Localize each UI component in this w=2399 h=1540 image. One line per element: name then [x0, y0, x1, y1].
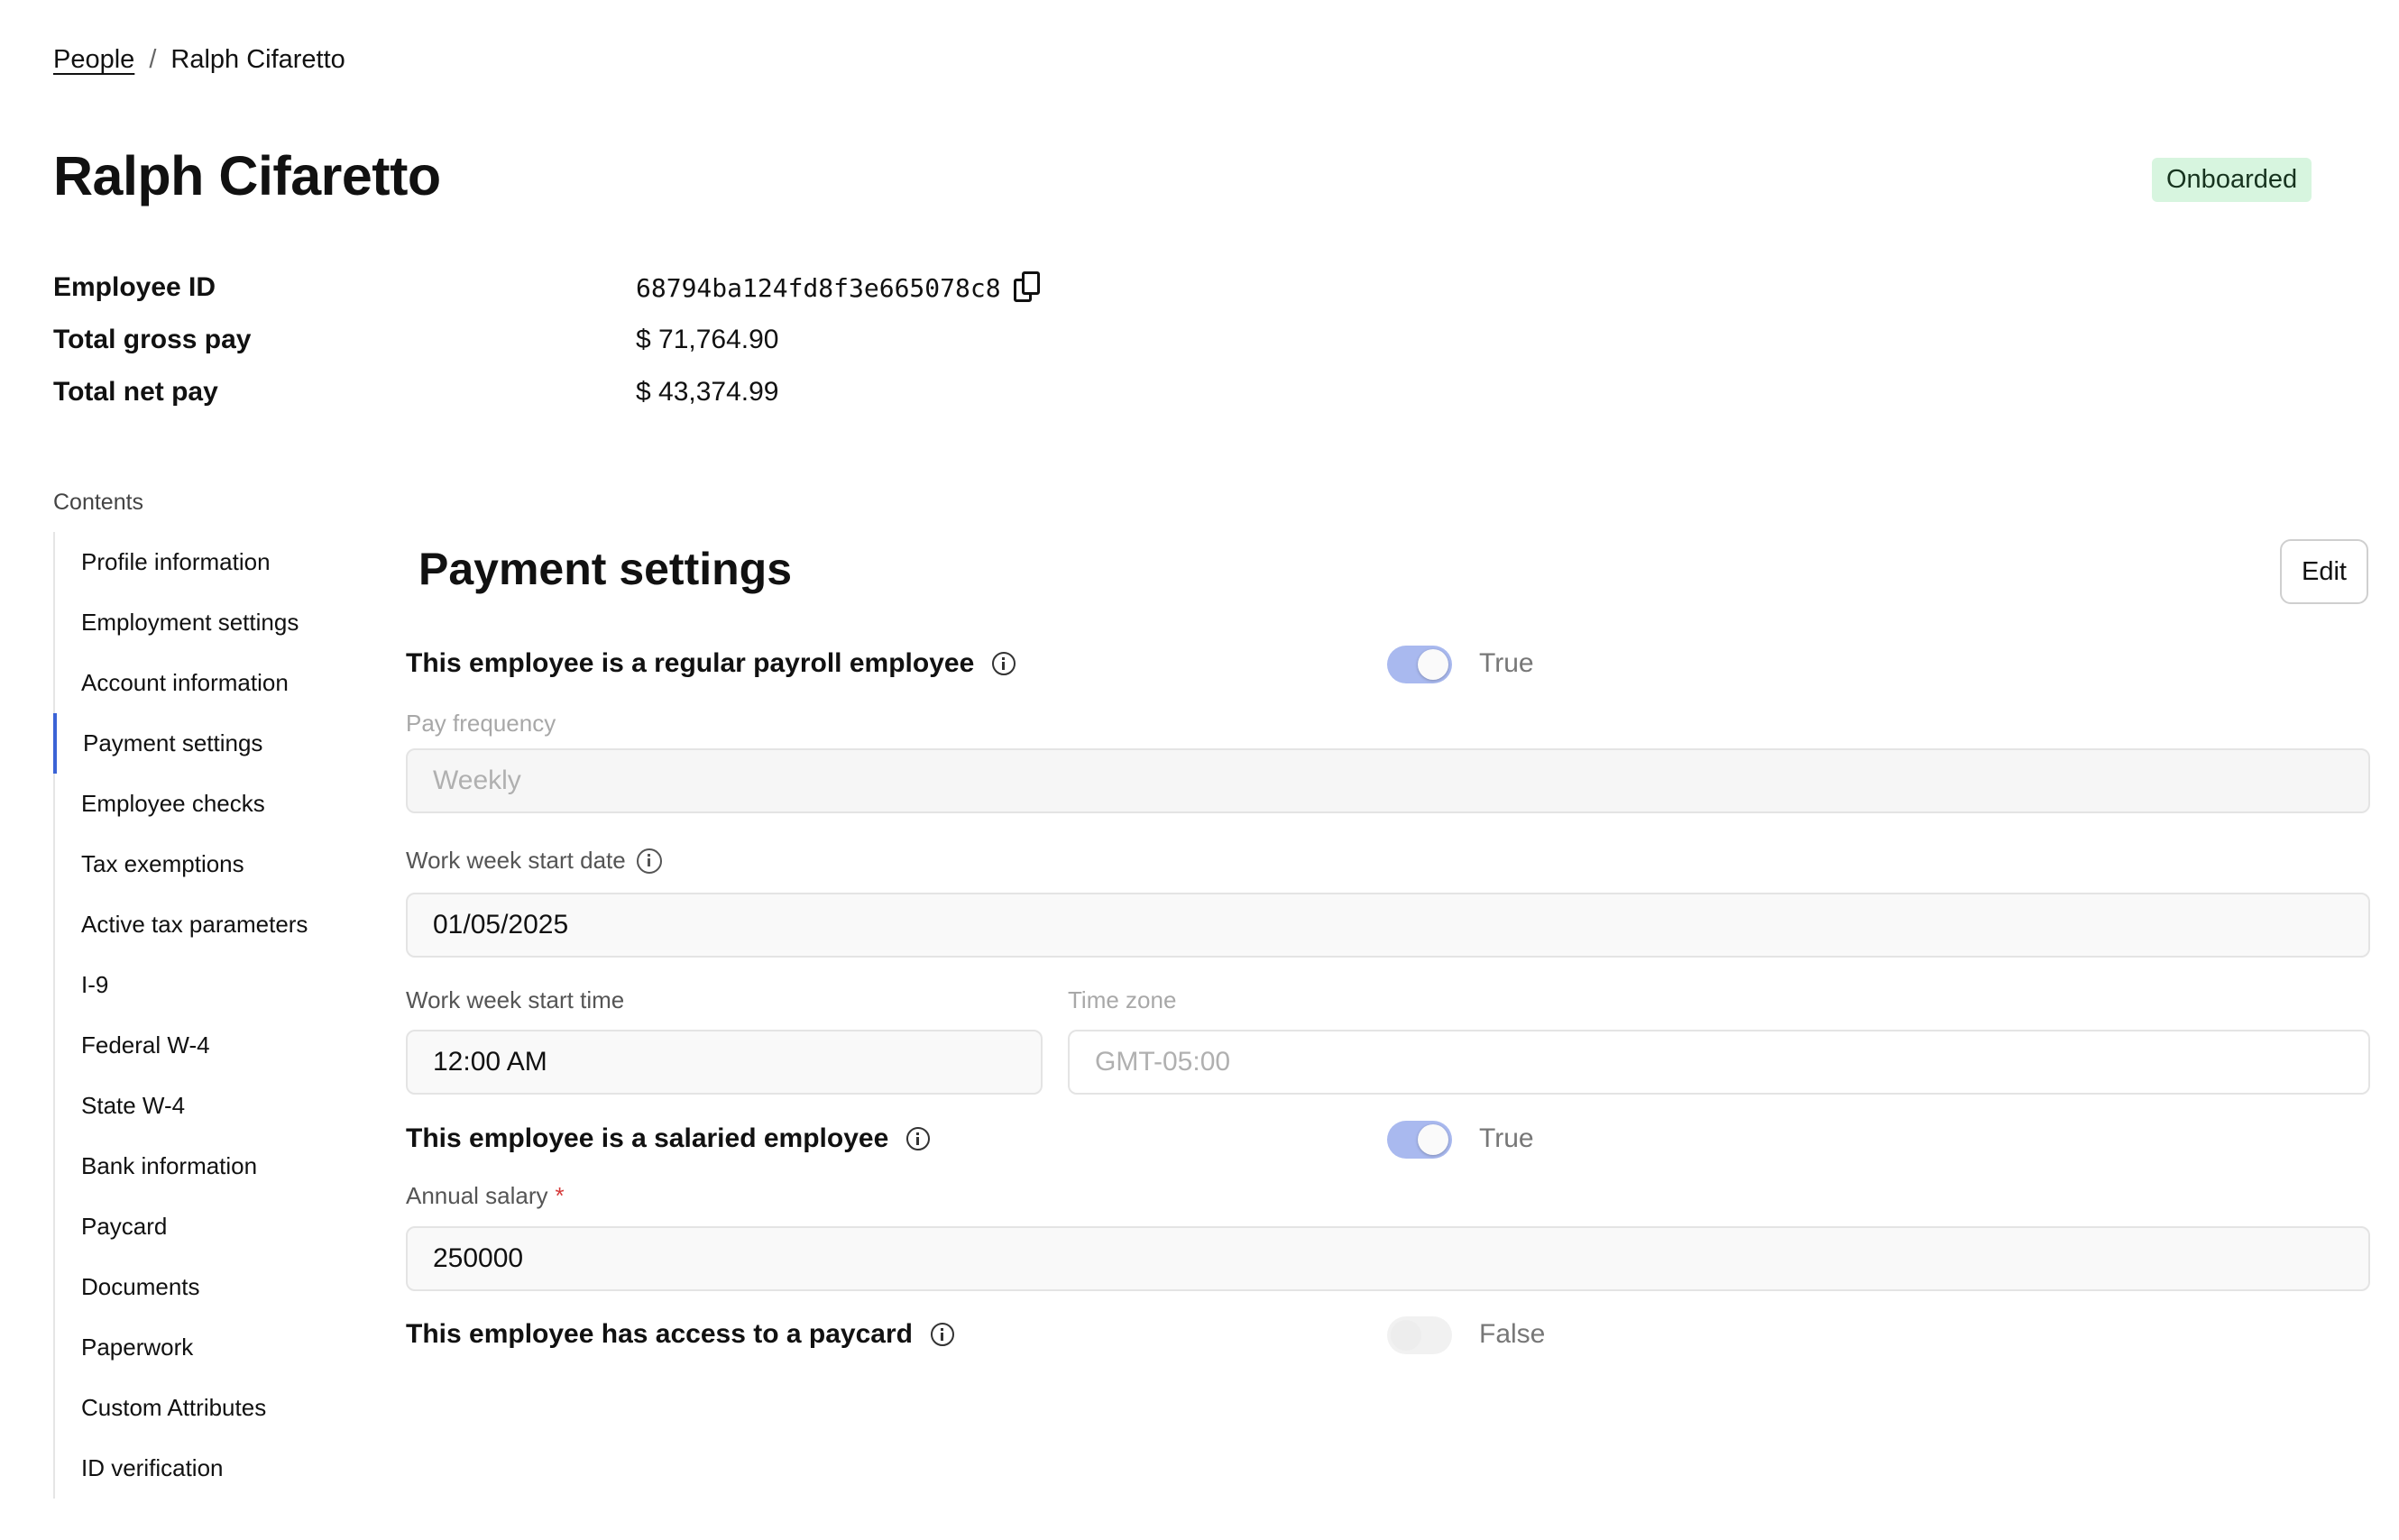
annual-salary-label-row: Annual salary * — [406, 1182, 565, 1210]
toc-item-paperwork[interactable]: Paperwork — [53, 1317, 353, 1378]
info-icon[interactable] — [906, 1127, 931, 1150]
toc-item-paycard[interactable]: Paycard — [53, 1196, 353, 1257]
work-week-start-date-label-row: Work week start date — [406, 847, 662, 875]
toc-item-bank-information[interactable]: Bank information — [53, 1136, 353, 1196]
regular-payroll-label: This employee is a regular payroll emplo… — [406, 648, 975, 678]
edit-button[interactable]: Edit — [2280, 539, 2368, 604]
salaried-row: This employee is a salaried employee Tru… — [406, 1116, 1578, 1161]
contents-label: Contents — [53, 490, 144, 515]
toc-item-documents[interactable]: Documents — [53, 1257, 353, 1317]
breadcrumb: People / Ralph Cifaretto — [53, 45, 345, 75]
employee-detail-page: People / Ralph Cifaretto Ralph Cifaretto… — [0, 0, 2399, 1540]
pay-frequency-label: Pay frequency — [406, 710, 556, 737]
time-zone-label: Time zone — [1068, 986, 1177, 1013]
toc-item-employee-checks[interactable]: Employee checks — [53, 774, 353, 834]
toc-item-custom-attributes[interactable]: Custom Attributes — [53, 1378, 353, 1438]
work-week-start-date-field[interactable]: 01/05/2025 — [406, 893, 2370, 958]
required-marker: * — [555, 1182, 565, 1209]
toggle-knob — [1418, 1124, 1448, 1155]
summary-label: Total gross pay — [53, 325, 252, 354]
page-title: Ralph Cifaretto — [53, 145, 441, 206]
paycard-access-toggle[interactable] — [1387, 1316, 1452, 1354]
copy-icon[interactable] — [1013, 271, 1043, 304]
annual-salary-field[interactable]: 250000 — [406, 1226, 2370, 1291]
regular-payroll-state: True — [1479, 648, 1534, 678]
breadcrumb-separator: / — [149, 45, 157, 74]
breadcrumb-current: Ralph Cifaretto — [170, 45, 345, 74]
summary-row-net-pay: Total net pay $ 43,374.99 — [53, 366, 1043, 418]
annual-salary-label: Annual salary — [406, 1182, 548, 1209]
paycard-access-row: This employee has access to a paycard Fa… — [406, 1312, 1578, 1357]
summary-label: Total net pay — [53, 377, 218, 407]
regular-payroll-toggle[interactable] — [1387, 646, 1452, 683]
work-week-start-date-label: Work week start date — [406, 847, 626, 874]
paycard-access-state: False — [1479, 1319, 1546, 1349]
summary-label: Employee ID — [53, 272, 216, 302]
info-icon[interactable] — [636, 848, 662, 874]
employee-summary: Employee ID 68794ba124fd8f3e665078c8 Tot… — [53, 261, 1043, 418]
toc-item-employment-settings[interactable]: Employment settings — [53, 592, 353, 653]
summary-value: 68794ba124fd8f3e665078c8 — [636, 271, 1043, 304]
toc-item-payment-settings[interactable]: Payment settings — [53, 713, 353, 774]
status-badge: Onboarded — [2152, 158, 2312, 202]
regular-payroll-row: This employee is a regular payroll emplo… — [406, 641, 1578, 686]
toc-item-profile-information[interactable]: Profile information — [53, 532, 353, 592]
time-zone-field[interactable]: GMT-05:00 — [1068, 1030, 2370, 1095]
gross-pay-value: $ 71,764.90 — [636, 325, 779, 354]
salaried-toggle[interactable] — [1387, 1121, 1452, 1159]
section-title: Payment settings — [418, 544, 793, 594]
info-icon[interactable] — [992, 652, 1016, 675]
pay-frequency-field[interactable]: Weekly — [406, 748, 2370, 813]
paycard-access-label: This employee has access to a paycard — [406, 1319, 913, 1349]
employee-id-value: 68794ba124fd8f3e665078c8 — [636, 272, 1001, 303]
toc-item-state-w4[interactable]: State W-4 — [53, 1076, 353, 1136]
salaried-state: True — [1479, 1123, 1534, 1153]
info-icon[interactable] — [930, 1323, 954, 1346]
breadcrumb-people-link[interactable]: People — [53, 45, 134, 75]
toc-item-active-tax-parameters[interactable]: Active tax parameters — [53, 894, 353, 955]
toc-item-i9[interactable]: I-9 — [53, 955, 353, 1015]
summary-row-gross-pay: Total gross pay $ 71,764.90 — [53, 314, 1043, 366]
toggle-knob — [1391, 1320, 1421, 1351]
toc-item-federal-w4[interactable]: Federal W-4 — [53, 1015, 353, 1076]
contents-nav: Profile information Employment settings … — [53, 532, 353, 1499]
toc-item-account-information[interactable]: Account information — [53, 653, 353, 713]
toggle-knob — [1418, 649, 1448, 680]
salaried-label: This employee is a salaried employee — [406, 1123, 889, 1153]
net-pay-value: $ 43,374.99 — [636, 377, 779, 407]
work-week-start-time-field[interactable]: 12:00 AM — [406, 1030, 1043, 1095]
work-week-start-time-label: Work week start time — [406, 986, 625, 1013]
summary-row-employee-id: Employee ID 68794ba124fd8f3e665078c8 — [53, 261, 1043, 314]
toc-item-id-verification[interactable]: ID verification — [53, 1438, 353, 1499]
toc-item-tax-exemptions[interactable]: Tax exemptions — [53, 834, 353, 894]
